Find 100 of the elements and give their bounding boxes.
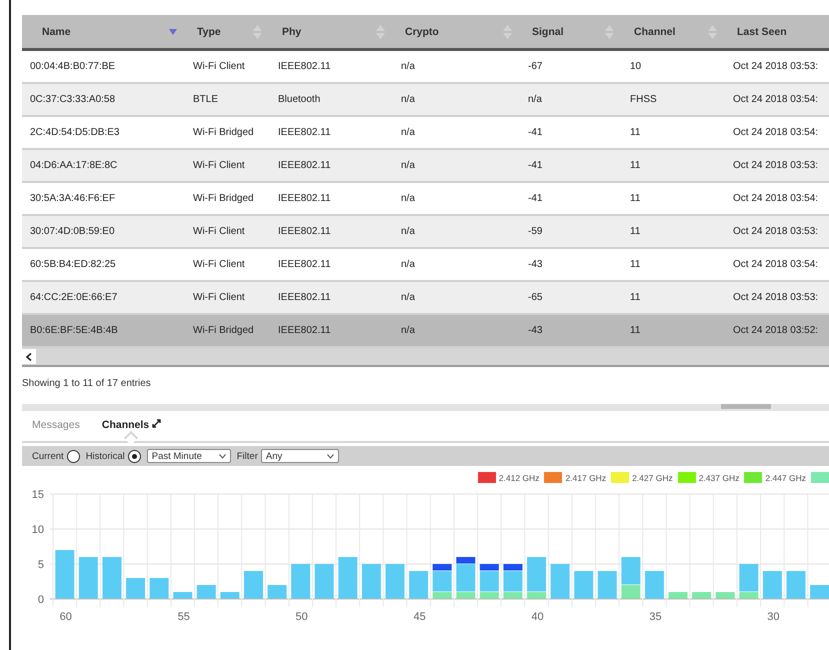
table-cell: Wi-Fi Client: [185, 215, 270, 248]
table-cell: n/a: [393, 83, 520, 116]
table-cell: n/a: [520, 83, 622, 116]
column-header[interactable]: Name: [22, 15, 185, 50]
table-cell: Wi-Fi Bridged: [185, 182, 270, 215]
horizontal-scrollbar[interactable]: [22, 348, 829, 367]
table-cell: IEEE802.11: [270, 215, 393, 248]
radio-label: Current: [32, 450, 64, 462]
chevron-left-icon[interactable]: [26, 352, 32, 360]
filter-dropdown[interactable]: Any: [260, 449, 339, 463]
legend-label: 2.412 GHz: [498, 472, 540, 482]
legend-label: 2.447 GHz: [765, 472, 806, 482]
bar: [244, 571, 263, 598]
column-header[interactable]: Last Seen: [725, 15, 829, 50]
bar: [220, 592, 240, 598]
bar: [196, 585, 216, 598]
table-cell: Wi-Fi Client: [185, 50, 270, 83]
bar: [386, 564, 404, 598]
table-cell: IEEE802.11: [270, 149, 393, 182]
table-cell: 2C:4D:54:D5:DB:E3: [22, 116, 185, 149]
bar: [126, 578, 146, 598]
bar: [78, 557, 98, 598]
table-cell: 64:CC:2E:0E:66:E7: [22, 281, 185, 314]
tab[interactable]: Messages: [32, 419, 80, 435]
range-dropdown[interactable]: Past Minute: [146, 449, 231, 463]
axis-tick-label: 50: [296, 611, 308, 623]
table-cell: 11: [622, 248, 725, 281]
legend-label: 2.417 GHz: [565, 472, 606, 482]
axis-tick-label: 10: [32, 524, 44, 536]
table-cell: Bluetooth: [270, 83, 393, 116]
table-cell: Wi-Fi Client: [185, 149, 270, 182]
axis-tick-label: 60: [60, 611, 72, 623]
table-cell: Oct 24 2018 03:53:: [725, 149, 829, 182]
table-cell: n/a: [393, 149, 520, 182]
bar: [550, 564, 570, 598]
column-header[interactable]: Crypto: [393, 15, 520, 50]
axis-tick-label: 30: [767, 611, 780, 623]
table-cell: Oct 24 2018 03:53:: [725, 281, 829, 314]
splitter-handle[interactable]: [721, 404, 771, 409]
column-header[interactable]: Signal: [520, 15, 622, 50]
bar: [644, 571, 664, 598]
table-cell: -43: [520, 248, 622, 281]
table-row[interactable]: 2C:4D:54:D5:DB:E3 Wi-Fi Bridged IEEE802.11 n/a -41 11 Oct 24 2018 03:54:: [22, 116, 829, 149]
table-cell: B0:6E:BF:5E:4B:4B: [22, 314, 185, 347]
bar: [692, 592, 712, 598]
table-cell: Oct 24 2018 03:53:: [725, 50, 829, 83]
table-cell: Oct 24 2018 03:54:: [725, 182, 829, 215]
table-cell: BTLE: [185, 83, 270, 116]
axis-tick-label: 45: [413, 611, 426, 623]
table-row[interactable]: 30:5A:3A:46:F6:EF Wi-Fi Bridged IEEE802.11 n/a -41 11 Oct 24 2018 03:54:: [22, 182, 829, 215]
table-cell: n/a: [393, 50, 520, 83]
column-header[interactable]: Type: [185, 15, 270, 50]
bar: [668, 592, 688, 598]
table-cell: -41: [520, 149, 622, 182]
table-cell: IEEE802.11: [270, 116, 393, 149]
table-cell: n/a: [393, 215, 520, 248]
table-cell: Wi-Fi Client: [185, 281, 270, 314]
radio-button[interactable]: [128, 450, 141, 462]
axis-tick-label: 55: [178, 611, 190, 623]
axis-tick-label: 5: [38, 559, 44, 571]
column-header[interactable]: Phy: [270, 15, 393, 50]
axis-tick-label: 40: [531, 611, 544, 623]
radio-button[interactable]: [66, 450, 80, 462]
bar: [716, 592, 735, 598]
table-cell: 04:D6:AA:17:8E:8C: [22, 149, 185, 182]
table-cell: n/a: [393, 248, 520, 281]
table-cell: Wi-Fi Client: [185, 248, 270, 281]
chevron-down-icon: [326, 454, 334, 458]
bar: [150, 578, 169, 598]
legend-label: 2.437 GHz: [698, 472, 740, 482]
column-header[interactable]: Channel: [622, 15, 725, 50]
expand-icon[interactable]: [152, 419, 162, 428]
table-cell: IEEE802.11: [270, 248, 393, 281]
table-cell: Oct 24 2018 03:53:: [725, 215, 829, 248]
table-cell: 11: [622, 215, 725, 248]
bar: [102, 557, 122, 598]
bar: [314, 564, 334, 598]
table-cell: -67: [520, 50, 622, 83]
table-row[interactable]: B0:6E:BF:5E:4B:4B Wi-Fi Bridged IEEE802.11 n/a -43 11 Oct 24 2018 03:52:: [22, 314, 829, 347]
bar: [574, 571, 594, 598]
table-row[interactable]: 60:5B:B4:ED:82:25 Wi-Fi Client IEEE802.11 n/a -43 11 Oct 24 2018 03:54:: [22, 248, 829, 281]
table-cell: -59: [520, 215, 622, 248]
table-cell: Wi-Fi Bridged: [185, 116, 270, 149]
table-cell: Oct 24 2018 03:54:: [725, 248, 829, 281]
axis-tick-label: 0: [38, 594, 44, 606]
axis-tick-label: 35: [649, 611, 662, 623]
table-cell: n/a: [393, 314, 520, 347]
table-cell: IEEE802.11: [270, 50, 393, 83]
table-row[interactable]: 64:CC:2E:0E:66:E7 Wi-Fi Client IEEE802.11 n/a -65 11 Oct 24 2018 03:53:: [22, 281, 829, 314]
table-cell: Wi-Fi Bridged: [185, 314, 270, 347]
table-cell: n/a: [393, 281, 520, 314]
table-cell: Oct 24 2018 03:54:: [725, 83, 829, 116]
bar: [173, 592, 192, 598]
bar: [598, 571, 617, 598]
table-cell: 11: [622, 314, 725, 347]
table-row[interactable]: 00:04:4B:B0:77:BE Wi-Fi Client IEEE802.11 n/a -67 10 Oct 24 2018 03:53:: [22, 50, 829, 83]
table-cell: 60:5B:B4:ED:82:25: [22, 248, 185, 281]
legend-label: 2.427 GHz: [632, 472, 673, 482]
table-cell: 11: [622, 149, 725, 182]
bar: [55, 550, 74, 598]
